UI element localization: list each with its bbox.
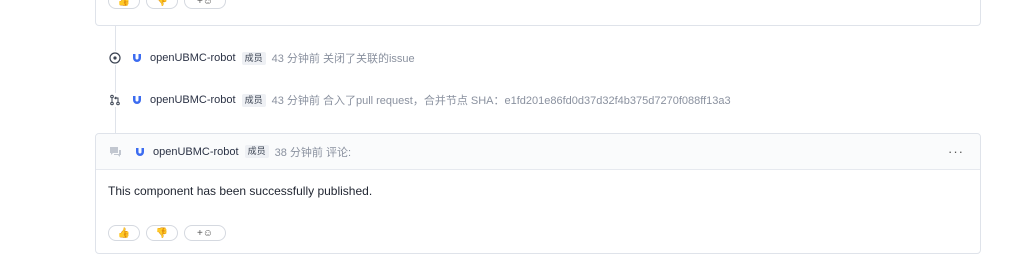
more-options-icon[interactable]: ··· xyxy=(948,144,964,159)
event-description: 43 分钟前 合入了pull request，合并节点 SHA：e1fd201e… xyxy=(271,95,731,107)
comment-body: This component has been successfully pub… xyxy=(108,184,373,198)
comment-username[interactable]: openUBMC-robot xyxy=(153,146,239,158)
add-reaction-button[interactable]: +☺ xyxy=(184,225,226,241)
robot-avatar-icon[interactable] xyxy=(134,146,146,158)
member-badge: 成员 xyxy=(244,145,269,158)
event-description: 43 分钟前 关闭了关联的issue xyxy=(271,53,415,65)
comment-reactions: 👍 👎 +☺ xyxy=(108,225,226,241)
comment-card: openUBMC-robot 成员 38 分钟前 评论: ··· This co… xyxy=(95,133,981,254)
event-username[interactable]: openUBMC-robot xyxy=(150,52,236,64)
timeline-event-issue-closed: openUBMC-robot 成员 43 分钟前 关闭了关联的issue xyxy=(108,49,415,67)
member-badge: 成员 xyxy=(241,93,266,107)
dislike-reaction-button[interactable]: 👎 xyxy=(146,225,178,241)
add-reaction-button[interactable]: +☺ xyxy=(184,0,226,9)
dislike-reaction-button[interactable]: 👎 xyxy=(146,0,178,9)
comment-header: openUBMC-robot 成员 38 分钟前 评论: ··· xyxy=(96,134,980,170)
member-badge: 成员 xyxy=(241,51,266,65)
comment-timestamp: 38 分钟前 评论: xyxy=(274,146,352,159)
timeline-line xyxy=(115,26,116,134)
like-reaction-button[interactable]: 👍 xyxy=(108,0,140,9)
pull-request-merged-icon xyxy=(108,93,122,107)
event-username[interactable]: openUBMC-robot xyxy=(150,94,236,106)
robot-avatar-icon[interactable] xyxy=(131,94,143,106)
like-reaction-button[interactable]: 👍 xyxy=(108,225,140,241)
issue-closed-icon xyxy=(108,51,122,65)
timeline-event-pr-merged: openUBMC-robot 成员 43 分钟前 合入了pull request… xyxy=(108,91,731,109)
previous-comment-card: 👍 👎 +☺ xyxy=(95,0,981,26)
previous-comment-reactions: 👍 👎 +☺ xyxy=(108,0,226,9)
robot-avatar-icon[interactable] xyxy=(131,52,143,64)
comment-icon xyxy=(109,145,123,159)
